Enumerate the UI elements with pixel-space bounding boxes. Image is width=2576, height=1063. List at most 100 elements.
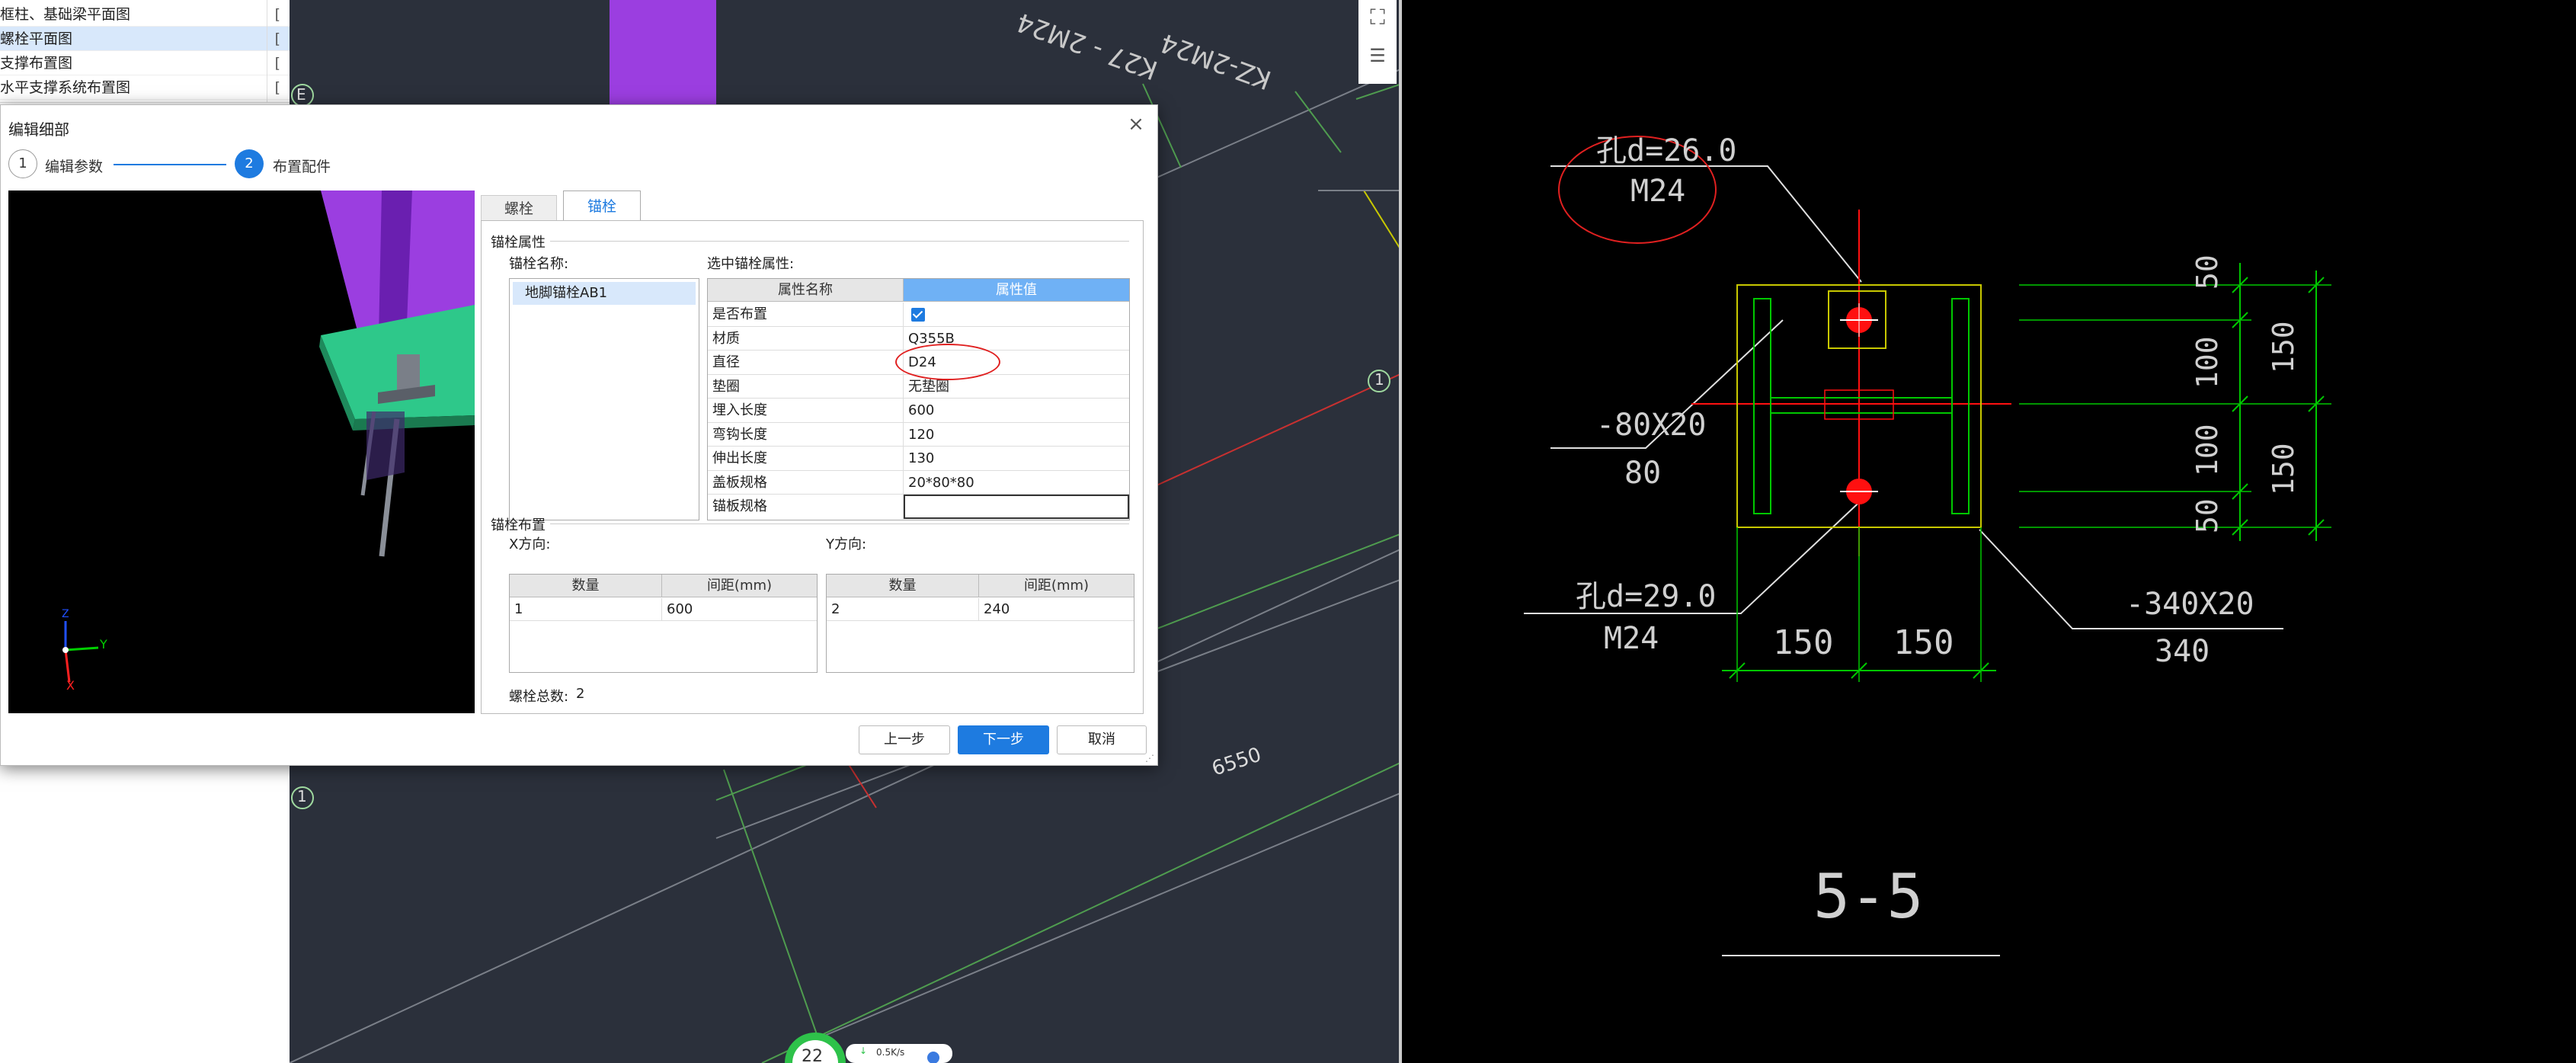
dim-label-vertical: 50 — [2190, 255, 2224, 290]
x-direction-label: X方向: — [509, 536, 551, 552]
network-count: 22 — [802, 1047, 823, 1063]
anchor-props-title: 锚栓属性 — [491, 235, 546, 251]
anchor-name-item[interactable]: 地脚锚栓AB1 — [513, 282, 696, 305]
prop-name: 直径 — [708, 351, 904, 375]
prop-name: 锚板规格 — [708, 495, 904, 519]
prop-value[interactable]: 20*80*80 — [904, 471, 1129, 495]
close-icon[interactable]: × — [1125, 114, 1147, 136]
divider — [550, 523, 1129, 524]
col-count: 数量 — [827, 575, 979, 597]
prop-row-protrude-length: 伸出长度 130 — [708, 447, 1129, 471]
x-count-cell[interactable]: 1 — [510, 598, 662, 621]
x-spacing-cell[interactable]: 600 — [662, 598, 817, 621]
anchor-name-list: 地脚锚栓AB1 — [509, 278, 699, 520]
grid-line-green — [723, 769, 824, 1052]
axis-z-label: Z — [62, 608, 69, 620]
tab-bolt[interactable]: 螺栓 — [481, 195, 557, 221]
hole-bottom-label: 孔d=29.0 — [1576, 579, 1717, 614]
viewport-toolbar: ⛶ ☰ — [1358, 0, 1397, 84]
prop-name: 垫圈 — [708, 374, 904, 399]
prop-name: 弯钩长度 — [708, 422, 904, 447]
prop-row-anchor-plate: 锚板规格 — [708, 495, 1129, 519]
prop-row-cover-plate: 盖板规格 20*80*80 — [708, 470, 1129, 495]
grid-line-yellow — [1363, 190, 1402, 252]
prop-name: 伸出长度 — [708, 447, 904, 471]
tab-anchor[interactable]: 锚栓 — [563, 191, 641, 221]
purple-column — [610, 0, 716, 122]
axis-label: 1 — [297, 787, 307, 805]
fullscreen-icon[interactable]: ⛶ — [1363, 3, 1392, 32]
y-layout-table: 数量 间距(mm) 2 240 — [826, 574, 1134, 673]
plate-right-label: -340X20 — [2126, 587, 2254, 622]
axis-x-label: X — [66, 678, 75, 693]
anchor-tab-panel: 锚栓属性 锚栓名称: 选中锚栓属性: 地脚锚栓AB1 属性名称 属性值 是否布置… — [481, 220, 1144, 714]
hole-top-label: 孔d=26.0 — [1596, 133, 1737, 168]
step-1-label: 编辑参数 — [45, 158, 104, 175]
download-arrow-icon: ↓ — [859, 1045, 868, 1056]
prev-button[interactable]: 上一步 — [859, 725, 950, 754]
cad-drawing[interactable]: 孔d=26.0 M24 -80X20 80 孔d=29.0 M24 -340X2… — [1402, 0, 2576, 1063]
prop-row-embed-length: 埋入长度 600 — [708, 399, 1129, 423]
prop-name: 材质 — [708, 326, 904, 351]
anchor-layout-title: 锚栓布置 — [491, 517, 546, 533]
prop-value[interactable]: 600 — [904, 399, 1129, 423]
axis-y-label: Y — [100, 637, 107, 652]
step-connector — [114, 164, 226, 165]
drawing-list-item-label: 水平支撑系统布置图 — [0, 79, 131, 96]
prop-row-washer: 垫圈 无垫圈 — [708, 374, 1129, 399]
drawing-list-item[interactable]: 水平支撑系统布置图 [ — [0, 75, 290, 100]
y-direction-label: Y方向: — [826, 536, 867, 552]
step-1-indicator[interactable]: 1 — [8, 149, 37, 178]
screen: 框柱、基础梁平面图 [ 螺栓平面图 [ 支撑布置图 [ 水平支撑系统布置图 [ — [0, 0, 2576, 1063]
edit-detail-dialog: 编辑细部 × 1 编辑参数 2 布置配件 Y X Z 螺栓 锚栓 锚栓属性 锚栓… — [0, 104, 1158, 766]
y-spacing-cell[interactable]: 240 — [979, 598, 1134, 621]
dim-label-vertical: 100 — [2190, 336, 2224, 389]
dim-label: 150 — [1893, 623, 1954, 662]
anchor-plate-input[interactable] — [904, 495, 1129, 519]
grid-line-green — [1294, 91, 1342, 153]
preview-3d[interactable]: Y X Z — [8, 191, 475, 713]
drawing-list-item[interactable]: 支撑布置图 [ — [0, 51, 290, 75]
dim-label: 150 — [1773, 623, 1834, 662]
divider — [550, 241, 1129, 242]
axis-label: E — [296, 85, 306, 104]
drawing-list-item-flag: [ — [274, 79, 280, 96]
col-count: 数量 — [510, 575, 662, 597]
layers-icon[interactable]: ☰ — [1363, 41, 1392, 70]
annotation-ellipse — [895, 344, 1000, 380]
drawing-list-item-label: 支撑布置图 — [0, 55, 73, 72]
grid-line — [822, 792, 1402, 1037]
plate-left-sub: 80 — [1624, 456, 1662, 491]
preview-scene — [62, 191, 475, 683]
axis-label: 1 — [1374, 370, 1384, 389]
cancel-button[interactable]: 取消 — [1057, 725, 1147, 754]
prop-name: 埋入长度 — [708, 399, 904, 423]
tab-bar: 螺栓 锚栓 — [481, 191, 1144, 221]
resize-grip-icon[interactable]: ⋰ — [1145, 753, 1156, 764]
prop-header-name: 属性名称 — [708, 279, 904, 302]
anchor-property-table: 属性名称 属性值 是否布置 材质 Q355B 直径 D24 垫圈 无垫圈 埋入长… — [707, 278, 1130, 520]
network-widget[interactable]: 22 ↓ 0.5K/s — [785, 1029, 952, 1063]
prop-value[interactable]: 120 — [904, 423, 1129, 447]
drawing-list-item-flag: [ — [274, 6, 280, 23]
y-count-cell[interactable]: 2 — [827, 598, 979, 621]
prop-name: 盖板规格 — [708, 470, 904, 495]
prop-value[interactable]: 130 — [904, 447, 1129, 471]
plate-right-sub: 340 — [2155, 634, 2210, 669]
drawing-list-item[interactable]: 框柱、基础梁平面图 [ — [0, 2, 290, 27]
bolt-total-value: 2 — [576, 686, 585, 702]
selected-anchor-label: 选中锚栓属性: — [707, 256, 795, 272]
dim-label-vertical: 100 — [2190, 424, 2224, 476]
arrange-checkbox[interactable] — [911, 308, 925, 322]
dim-label-vertical: 150 — [2267, 321, 2300, 373]
next-button[interactable]: 下一步 — [958, 725, 1049, 754]
dialog-title: 编辑细部 — [8, 120, 69, 139]
dim-label-vertical: 150 — [2267, 443, 2300, 495]
bolt-bottom-label: M24 — [1604, 621, 1659, 656]
bolt-total-label: 螺栓总数: — [509, 689, 569, 705]
step-2-label: 布置配件 — [273, 158, 331, 175]
anchor-name-label: 锚栓名称: — [509, 256, 569, 272]
prop-row-hook-length: 弯钩长度 120 — [708, 422, 1129, 447]
drawing-list-item-selected[interactable]: 螺栓平面图 [ — [0, 27, 290, 51]
step-2-indicator[interactable]: 2 — [235, 149, 264, 178]
